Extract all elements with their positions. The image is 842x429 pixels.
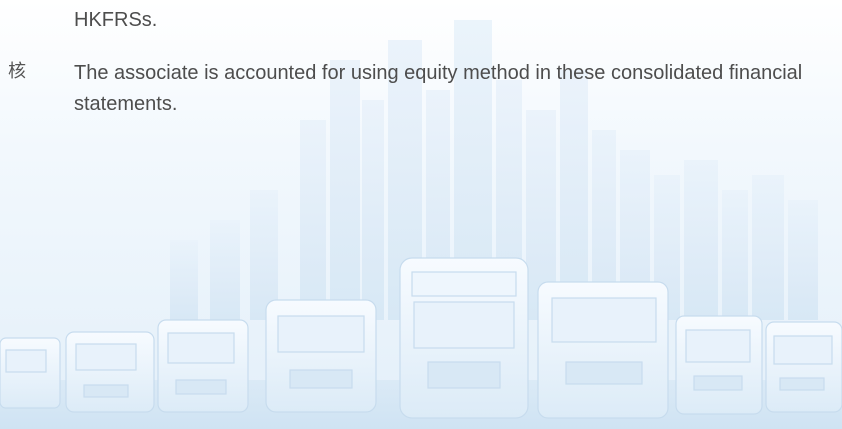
document-text: HKFRSs. 核 The associate is accounted for… xyxy=(0,0,842,429)
item-marker: 核 xyxy=(8,61,26,82)
report-page: HKFRSs. 核 The associate is accounted for… xyxy=(0,0,842,429)
item-paragraph: The associate is accounted for using equ… xyxy=(74,62,803,115)
continued-line: HKFRSs. xyxy=(74,9,158,31)
